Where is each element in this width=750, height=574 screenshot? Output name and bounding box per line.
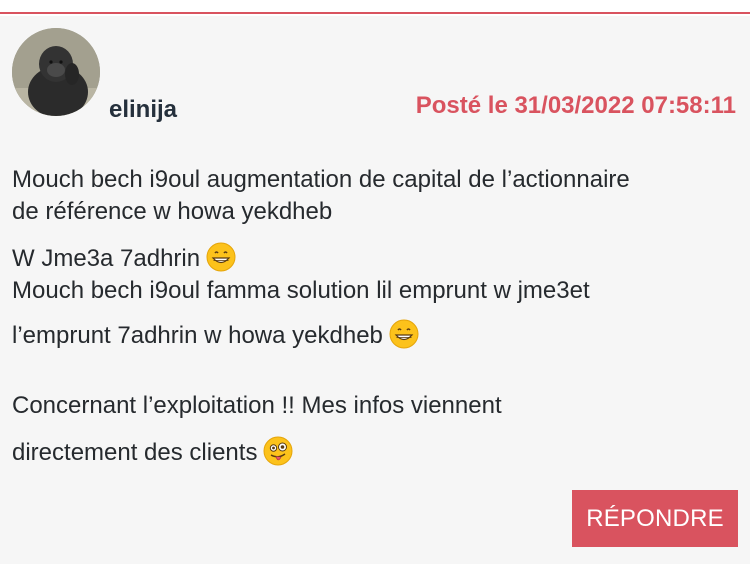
post-line: Concernant l’exploitation !! Mes infos v… [12, 392, 502, 419]
reply-button[interactable]: RÉPONDRE [572, 490, 738, 547]
post-line: Mouch bech i9oul augmentation de capital… [12, 166, 630, 193]
post-line: W Jme3a 7adhrin [12, 242, 740, 273]
post-line: l’emprunt 7adhrin w howa yekdheb [12, 319, 740, 350]
grinning-face-emoji [206, 242, 236, 272]
avatar[interactable] [12, 28, 100, 116]
post-line: directement des clients [12, 436, 740, 467]
post-line: de référence w howa yekdheb [12, 198, 333, 225]
post-timestamp: Posté le 31/03/2022 07:58:11 [415, 92, 736, 119]
gorilla-avatar-image [12, 28, 100, 116]
grinning-face-emoji [389, 319, 419, 349]
post-body: Mouch bech i9oul augmentation de capital… [12, 166, 740, 467]
post-line: Mouch bech i9oul famma solution lil empr… [12, 277, 590, 304]
author-name[interactable]: elinija [109, 96, 177, 124]
comment-card: elinija Posté le 31/03/2022 07:58:11 Mou… [0, 16, 750, 564]
top-divider [0, 0, 750, 14]
winking-tongue-face-emoji [263, 436, 293, 466]
